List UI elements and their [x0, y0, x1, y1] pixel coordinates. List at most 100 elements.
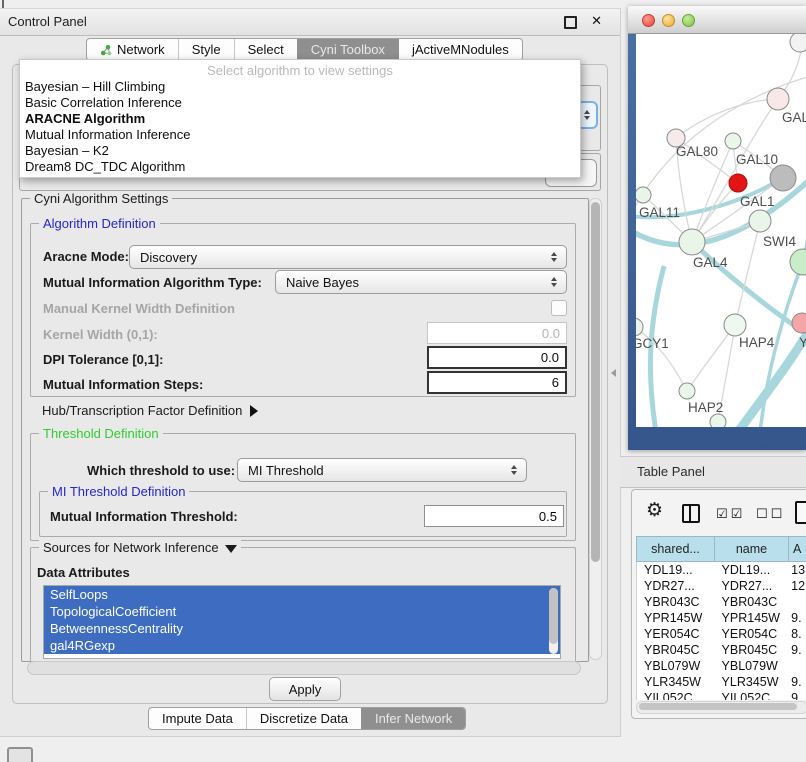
tab-label: Infer Network: [375, 711, 452, 726]
kernel-width-label: Kernel Width (0,1):: [43, 327, 158, 342]
apply-button[interactable]: Apply: [269, 677, 341, 701]
algorithm-option-basic-correlation-inference[interactable]: Basic Correlation Inference: [20, 95, 580, 111]
split-pane-handle-icon[interactable]: [611, 369, 616, 377]
tab-select[interactable]: Select: [234, 39, 297, 60]
node-salmon[interactable]: [792, 313, 806, 333]
node-gal10-green[interactable]: [725, 133, 741, 149]
settings-scrollbar[interactable]: [589, 198, 602, 660]
network-window-titlebar[interactable]: [628, 6, 806, 34]
close-icon[interactable]: ✕: [591, 13, 602, 29]
stepper-arrows-icon: [506, 465, 526, 475]
tab-label: Discretize Data: [260, 711, 348, 726]
node-gal11[interactable]: [636, 187, 651, 203]
gear-icon[interactable]: ⚙: [646, 499, 663, 522]
node-gal1[interactable]: [749, 210, 771, 232]
network-edge[interactable]: [687, 325, 735, 391]
tab-cyni-toolbox[interactable]: Cyni Toolbox: [297, 39, 398, 60]
node-gal4[interactable]: [679, 229, 705, 255]
zoom-traffic-light-icon[interactable]: [682, 14, 695, 27]
tab-impute-data[interactable]: Impute Data: [149, 708, 246, 729]
node-hap2[interactable]: [679, 383, 695, 399]
dpi-tolerance-input[interactable]: 0.0: [427, 346, 567, 369]
settings-hscrollbar[interactable]: [27, 661, 581, 675]
tab-style[interactable]: Style: [178, 39, 234, 60]
column-header-name[interactable]: name: [715, 537, 789, 561]
split-columns-icon[interactable]: [682, 504, 700, 523]
table-row[interactable]: YPR145WYPR145W9.: [637, 610, 806, 626]
table-cell: YLR345W: [715, 674, 789, 690]
node-label-gal4: GAL4: [693, 255, 728, 270]
dock-button-partial[interactable]: [7, 747, 33, 762]
column-header-a[interactable]: A: [789, 537, 806, 561]
tab-label: Impute Data: [162, 711, 233, 726]
network-edge[interactable]: [738, 316, 806, 427]
table-cell: YBL079W: [637, 658, 715, 674]
table-cell: 12: [788, 578, 806, 594]
attribute-item-topologicalcoefficient[interactable]: TopologicalCoefficient: [44, 603, 560, 620]
algorithm-option-dream8-dc-tdc-algorithm[interactable]: Dream8 DC_TDC Algorithm: [20, 159, 580, 175]
mi-type-combo[interactable]: Naive Bayes: [275, 270, 567, 294]
deselect-all-checkboxes-icon[interactable]: ☐☐: [756, 506, 785, 522]
table-row[interactable]: YIL052CYIL052C9.: [637, 690, 806, 700]
table-hscrollbar[interactable]: [636, 701, 806, 714]
table-row[interactable]: YBL079WYBL079W: [637, 658, 806, 674]
attribute-item-gal4rgexp[interactable]: gal4RGexp: [44, 637, 560, 654]
new-table-icon[interactable]: [795, 501, 806, 524]
kernel-width-input[interactable]: 0.0: [427, 322, 567, 344]
minimize-traffic-light-icon[interactable]: [662, 14, 675, 27]
algorithm-option-mutual-information-inference[interactable]: Mutual Information Inference: [20, 127, 580, 143]
close-traffic-light-icon[interactable]: [642, 14, 655, 27]
attribute-item-selfloops[interactable]: SelfLoops: [44, 586, 560, 603]
hub-factor-expander[interactable]: Hub/Transcription Factor Definition: [42, 403, 258, 418]
tab-label: Style: [192, 42, 221, 57]
table-row[interactable]: YBR043CYBR043C: [637, 594, 806, 610]
desktop: Control Panel ✕ NetworkStyleSelectCyni T…: [0, 0, 806, 762]
node-gal-pink[interactable]: [767, 88, 789, 110]
aracne-mode-combo[interactable]: Discovery: [129, 245, 567, 269]
which-threshold-combo[interactable]: MI Threshold: [237, 458, 527, 482]
node-label-gal1: GAL1: [740, 194, 775, 209]
list-scrollbar[interactable]: [549, 588, 558, 654]
node-gray[interactable]: [770, 165, 796, 191]
node-label-gal10: GAL10: [736, 152, 778, 167]
node-hap4[interactable]: [724, 314, 746, 336]
attribute-item-betweennesscentrality[interactable]: BetweennessCentrality: [44, 620, 560, 637]
table-cell: YBR045C: [637, 642, 715, 658]
table-cell: YDR27...: [637, 578, 715, 594]
mi-steps-input[interactable]: 6: [427, 371, 567, 394]
node-red[interactable]: [729, 174, 747, 192]
column-header-shared[interactable]: shared...: [637, 537, 715, 561]
mi-threshold-input[interactable]: 0.5: [424, 505, 564, 527]
algorithm-option-aracne-algorithm[interactable]: ARACNE Algorithm: [20, 111, 580, 127]
table-cell: 13: [788, 562, 806, 578]
algorithm-option-bayesian-hill-climbing[interactable]: Bayesian – Hill Climbing: [20, 79, 580, 95]
algorithm-placeholder: Select algorithm to view settings: [20, 60, 580, 79]
select-all-checkboxes-icon[interactable]: ☑☑: [716, 506, 745, 522]
tab-network[interactable]: Network: [87, 39, 178, 60]
table-cell: 9.: [788, 642, 806, 658]
float-window-icon[interactable]: [564, 16, 577, 29]
network-canvas[interactable]: GALGAL80GAL10GAL1GAL11SWI4GAL4GCY1HAP4YH…: [636, 34, 806, 427]
table-row[interactable]: YLR345WYLR345W9.: [637, 674, 806, 690]
table-row[interactable]: YER054CYER054C8.: [637, 626, 806, 642]
network-edge[interactable]: [676, 99, 778, 138]
network-edge[interactable]: [735, 221, 760, 325]
table-cell: YLR345W: [637, 674, 715, 690]
tab-jactivemnodules[interactable]: jActiveMNodules: [398, 39, 522, 60]
mi-threshold-group: MI Threshold Definition Mutual Informati…: [39, 491, 567, 537]
tab-discretize-data[interactable]: Discretize Data: [246, 708, 361, 729]
table-row[interactable]: YDL19...YDL19...13: [637, 562, 806, 578]
dpi-tolerance-label: DPI Tolerance [0,1]:: [43, 352, 163, 367]
sources-group-title[interactable]: Sources for Network Inference: [39, 540, 241, 555]
sources-group: Sources for Network Inference Data Attri…: [30, 547, 576, 664]
node-bottom-partial[interactable]: [710, 414, 726, 427]
table-row[interactable]: YDR27...YDR27...12: [637, 578, 806, 594]
algorithm-option-bayesian-k2[interactable]: Bayesian – K2: [20, 143, 580, 159]
algorithm-definition-group: Algorithm Definition Aracne Mode: Discov…: [30, 223, 576, 397]
aracne-mode-value: Discovery: [130, 250, 546, 265]
node-swi4[interactable]: [790, 249, 806, 275]
table-row[interactable]: YBR045CYBR045C9.: [637, 642, 806, 658]
node-top-partial[interactable]: [790, 34, 806, 52]
tab-infer-network[interactable]: Infer Network: [361, 708, 465, 729]
manual-kernel-checkbox[interactable]: [551, 300, 567, 316]
